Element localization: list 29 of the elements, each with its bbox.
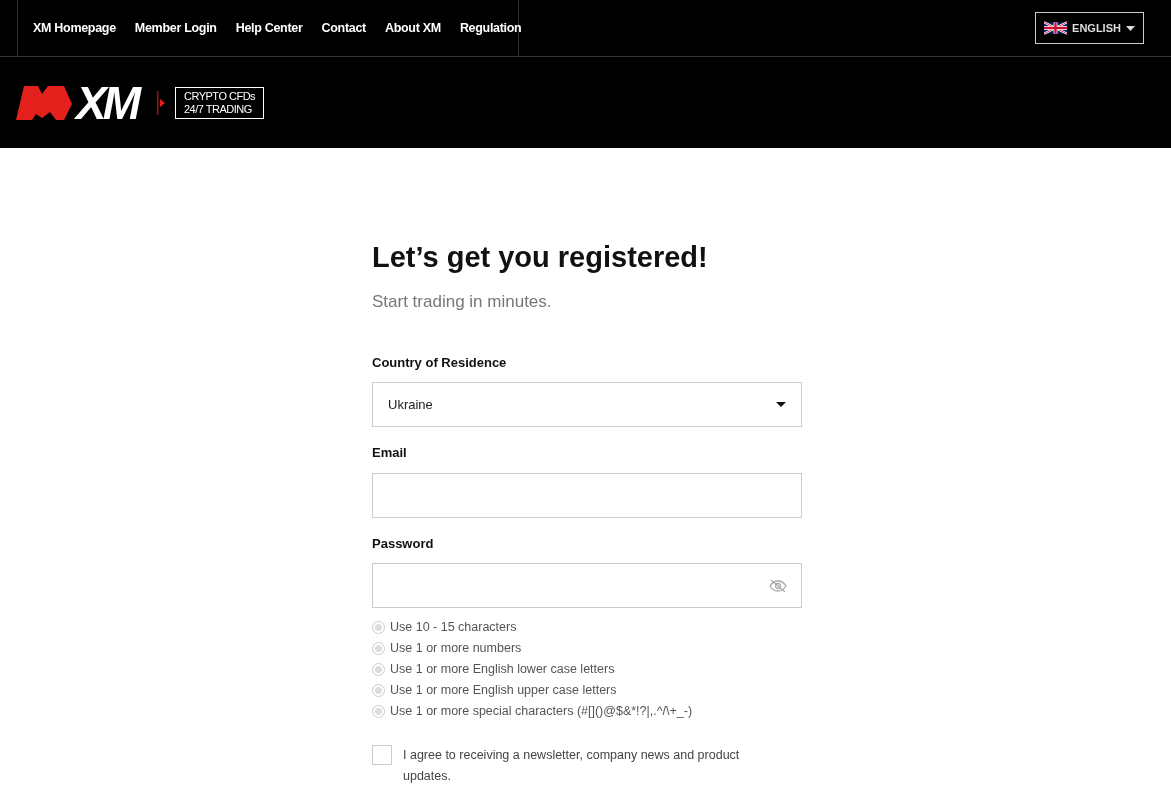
nav-link[interactable]: Member Login: [134, 18, 217, 38]
field-label: Password: [372, 534, 435, 553]
nav-link[interactable]: Contact: [321, 18, 366, 38]
password-rule: Use 10 - 15 characters: [390, 619, 517, 635]
email-field[interactable]: [372, 472, 802, 518]
nav-link[interactable]: About XM: [384, 18, 441, 38]
password-field[interactable]: [372, 563, 802, 608]
language-button[interactable]: ENGLISH: [1035, 12, 1144, 44]
page-subtitle: Start trading in minutes.: [372, 291, 553, 313]
country-select[interactable]: Ukraine: [372, 382, 802, 427]
caret-icon: [776, 402, 786, 407]
pointer-icon: [157, 90, 165, 115]
caret-icon: [1125, 25, 1135, 31]
nav-link[interactable]: Help Center: [235, 18, 303, 38]
page-title: Let’s get you registered!: [372, 240, 709, 275]
field-label: Country of Residence: [372, 353, 508, 372]
flag-icon: [1044, 21, 1068, 35]
newsletter-label: I agree to receiving a newsletter, company news and product updates.: [403, 747, 741, 785]
eye-slash-icon[interactable]: [769, 578, 787, 593]
logo-text: XM: [76, 79, 140, 126]
crypto-badge: CRYPTO CFDs 24/7 TRADING: [175, 86, 265, 119]
nav-link[interactable]: Regulation: [459, 18, 522, 38]
password-rule: Use 1 or more English lower case letters: [390, 661, 615, 677]
password-rule: Use 1 or more special characters (#[]()@$&*!?|,.^/\+_-): [390, 703, 693, 719]
newsletter-checkbox[interactable]: [372, 745, 392, 765]
password-rule: Use 1 or more English upper case letters: [390, 682, 617, 698]
field-label: Email: [372, 444, 408, 462]
nav-link[interactable]: XM Homepage: [33, 18, 116, 38]
password-rule: Use 1 or more numbers: [390, 640, 522, 656]
